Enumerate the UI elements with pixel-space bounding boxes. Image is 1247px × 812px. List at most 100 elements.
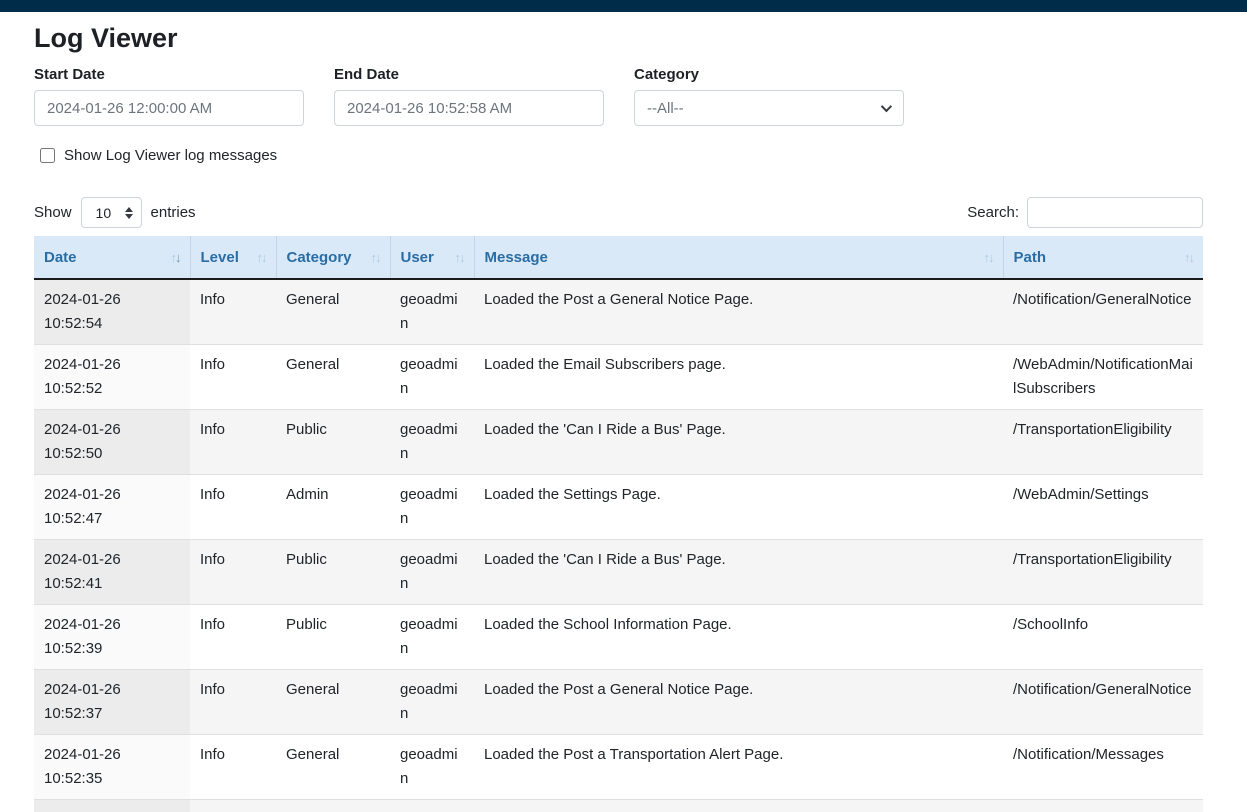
column-header-user[interactable]: User ↑↓	[390, 236, 474, 279]
cell-date: 2024-01-26 10:52:39	[34, 605, 190, 670]
cell-user: geoadmin	[390, 540, 474, 605]
table-row: 2024-01-26 10:52:47 Info Admin geoadmin …	[34, 475, 1203, 540]
filter-bar: Start Date End Date Category --All--	[34, 65, 1203, 126]
cell-user: geoadmin	[390, 735, 474, 800]
cell-user: geoadmin	[390, 670, 474, 735]
cell-level: Info	[190, 605, 276, 670]
cell-level: Info	[190, 540, 276, 605]
top-navigation-bar	[0, 0, 1247, 12]
search-control: Search:	[967, 197, 1203, 228]
column-header-level[interactable]: Level ↑↓	[190, 236, 276, 279]
end-date-input[interactable]	[334, 90, 604, 126]
table-row: 2024-01-26 10:52:52 Info General geoadmi…	[34, 345, 1203, 410]
cell-path: /TransportationEligibility	[1003, 410, 1203, 475]
table-row: 2024-01-26 10:52:37 Info General geoadmi…	[34, 670, 1203, 735]
cell-message: Loaded the Settings Page.	[474, 475, 1003, 540]
cell-path	[1003, 800, 1203, 812]
end-date-group: End Date	[334, 65, 604, 126]
sort-icon: ↑↓	[171, 250, 180, 265]
cell-level: Info	[190, 670, 276, 735]
cell-user: geoadmin	[390, 410, 474, 475]
cell-category: Public	[276, 540, 390, 605]
log-table-header: Date ↑↓ Level ↑↓ Category ↑↓ User ↑↓ Mes…	[34, 236, 1203, 279]
sort-icon: ↑↓	[1184, 250, 1193, 265]
show-log-messages-row: Show Log Viewer log messages	[34, 147, 1203, 164]
log-table: Date ↑↓ Level ↑↓ Category ↑↓ User ↑↓ Mes…	[34, 236, 1203, 812]
cell-date	[34, 800, 190, 812]
entries-select[interactable]: 10	[81, 197, 142, 228]
show-log-messages-checkbox[interactable]	[40, 148, 55, 163]
table-row: 2024-01-26 10:52:39 Info Public geoadmin…	[34, 605, 1203, 670]
cell-user: geoadmin	[390, 605, 474, 670]
category-group: Category --All--	[634, 65, 904, 126]
cell-path: /SchoolInfo	[1003, 605, 1203, 670]
log-table-body: 2024-01-26 10:52:54 Info General geoadmi…	[34, 279, 1203, 812]
cell-level: Info	[190, 345, 276, 410]
cell-date: 2024-01-26 10:52:52	[34, 345, 190, 410]
table-row: 2024-01-26 10:52:35 Info General geoadmi…	[34, 735, 1203, 800]
category-label: Category	[634, 65, 904, 85]
start-date-input[interactable]	[34, 90, 304, 126]
table-row: 2024-01-26 10:52:54 Info General geoadmi…	[34, 279, 1203, 345]
sort-icon: ↑↓	[257, 250, 266, 265]
table-row: 2024-01-26 10:52:50 Info Public geoadmin…	[34, 410, 1203, 475]
cell-message: Loaded the Post a General Notice Page.	[474, 670, 1003, 735]
cell-user: geoadmin	[390, 345, 474, 410]
search-input[interactable]	[1027, 197, 1203, 228]
entries-length-control: Show 10 entries	[34, 197, 196, 228]
category-select[interactable]: --All--	[634, 90, 904, 126]
cell-date: 2024-01-26 10:52:54	[34, 279, 190, 345]
entries-label: entries	[151, 204, 196, 221]
column-header-path[interactable]: Path ↑↓	[1003, 236, 1203, 279]
cell-category: General	[276, 279, 390, 345]
cell-path: /WebAdmin/NotificationMailSubscribers	[1003, 345, 1203, 410]
cell-message: Loaded the 'Can I Ride a Bus' Page.	[474, 540, 1003, 605]
chevron-down-icon	[881, 101, 892, 112]
table-row	[34, 800, 1203, 812]
cell-user: geoadmin	[390, 475, 474, 540]
cell-level: Info	[190, 279, 276, 345]
cell-level: Info	[190, 475, 276, 540]
column-header-date[interactable]: Date ↑↓	[34, 236, 190, 279]
page-container: Log Viewer Start Date End Date Category …	[0, 22, 1247, 812]
page-title: Log Viewer	[34, 22, 1203, 54]
cell-path: /TransportationEligibility	[1003, 540, 1203, 605]
cell-category: General	[276, 670, 390, 735]
column-header-category[interactable]: Category ↑↓	[276, 236, 390, 279]
cell-message: Loaded the Email Subscribers page.	[474, 345, 1003, 410]
start-date-group: Start Date	[34, 65, 304, 126]
cell-date: 2024-01-26 10:52:50	[34, 410, 190, 475]
cell-message	[474, 800, 1003, 812]
show-label: Show	[34, 204, 72, 221]
cell-message: Loaded the Post a General Notice Page.	[474, 279, 1003, 345]
cell-date: 2024-01-26 10:52:47	[34, 475, 190, 540]
cell-message: Loaded the School Information Page.	[474, 605, 1003, 670]
cell-date: 2024-01-26 10:52:37	[34, 670, 190, 735]
sort-icon: ↑↓	[984, 250, 993, 265]
table-controls: Show 10 entries Search:	[34, 197, 1203, 228]
select-spinner-icon	[125, 207, 133, 219]
cell-date: 2024-01-26 10:52:41	[34, 540, 190, 605]
cell-user	[390, 800, 474, 812]
cell-category: Public	[276, 410, 390, 475]
cell-level: Info	[190, 735, 276, 800]
cell-message: Loaded the Post a Transportation Alert P…	[474, 735, 1003, 800]
show-log-messages-label: Show Log Viewer log messages	[64, 147, 277, 164]
cell-path: /WebAdmin/Settings	[1003, 475, 1203, 540]
cell-path: /Notification/GeneralNotice	[1003, 670, 1203, 735]
cell-category	[276, 800, 390, 812]
cell-category: Public	[276, 605, 390, 670]
cell-message: Loaded the 'Can I Ride a Bus' Page.	[474, 410, 1003, 475]
entries-select-value: 10	[96, 205, 112, 221]
cell-category: General	[276, 345, 390, 410]
cell-date: 2024-01-26 10:52:35	[34, 735, 190, 800]
sort-icon: ↑↓	[371, 250, 380, 265]
table-row: 2024-01-26 10:52:41 Info Public geoadmin…	[34, 540, 1203, 605]
cell-level	[190, 800, 276, 812]
category-select-value: --All--	[647, 100, 684, 117]
cell-category: General	[276, 735, 390, 800]
column-header-message[interactable]: Message ↑↓	[474, 236, 1003, 279]
cell-path: /Notification/GeneralNotice	[1003, 279, 1203, 345]
start-date-label: Start Date	[34, 65, 304, 85]
cell-path: /Notification/Messages	[1003, 735, 1203, 800]
